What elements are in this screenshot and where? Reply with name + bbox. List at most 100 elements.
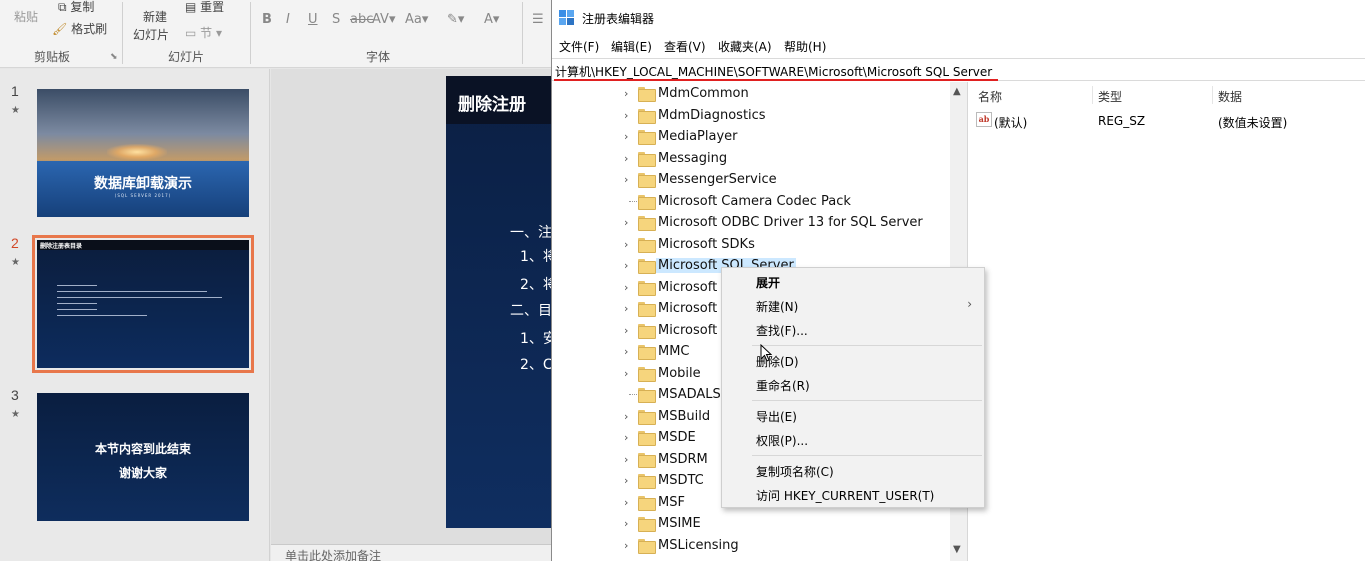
shadow-icon[interactable]: S [332,12,340,27]
chevron-right-icon[interactable]: › [624,152,628,165]
char-spacing-icon[interactable]: AV▾ [372,12,395,27]
column-divider[interactable] [1212,86,1213,104]
folder-icon [638,345,656,360]
strikethrough-icon[interactable]: abc [350,12,373,27]
chevron-right-icon[interactable]: › [624,367,628,380]
chevron-right-icon[interactable]: › [624,453,628,466]
section-label: 节 [200,26,213,40]
italic-icon[interactable]: I [286,12,290,27]
brush-icon: 🖌 [52,22,68,36]
clipboard-group-label: 剪贴板 [34,50,71,64]
bullets-icon[interactable]: ☰ [532,12,544,27]
menu-file[interactable]: 文件(F) [559,38,599,55]
section-button[interactable]: ▭ 节 ▾ [185,24,222,41]
menu-item-find[interactable]: 查找(F)... [756,322,808,339]
folder-icon [638,324,656,339]
chevron-right-icon[interactable]: › [624,302,628,315]
format-painter-button[interactable]: 🖌 格式刷 [52,20,107,37]
tree-item[interactable]: › MSLicensing [552,535,952,556]
column-header-name[interactable]: 名称 [978,88,1002,105]
menu-item-export[interactable]: 导出(E) [756,408,797,425]
chevron-right-icon[interactable]: › [624,216,628,229]
chevron-right-icon[interactable]: › [624,259,628,272]
chevron-right-icon[interactable]: › [624,87,628,100]
value-data: (数值未设置) [1218,116,1288,130]
column-header-data[interactable]: 数据 [1218,88,1242,105]
menu-item-copy-key-name[interactable]: 复制项名称(C) [756,463,834,480]
new-slide-dropdown[interactable]: 幻灯片 [133,26,169,43]
folder-icon [638,474,656,489]
sunset-graphic [107,144,167,160]
chevron-right-icon[interactable]: › [624,431,628,444]
tree-item[interactable]: › MSIME [552,513,952,534]
tree-item-label: MessengerService [658,172,777,187]
title-bar[interactable]: 注册表编辑器 [552,0,1365,34]
menu-edit[interactable]: 编辑(E) [611,38,652,55]
menu-item-goto-hkcu[interactable]: 访问 HKEY_CURRENT_USER(T) [756,487,934,504]
menu-item-rename[interactable]: 重命名(R) [756,377,810,394]
chevron-right-icon[interactable]: › [624,496,628,509]
slide-3-line-2: 谢谢大家 [118,466,167,480]
menu-favorites[interactable]: 收藏夹(A) [718,38,772,55]
chevron-right-icon[interactable]: › [624,345,628,358]
reset-button[interactable]: ▤ 重置 [185,0,224,15]
change-case-icon[interactable]: Aa▾ [405,12,428,27]
tree-item-label: MSF [658,495,685,510]
ribbon-divider [250,2,251,64]
chevron-right-icon[interactable]: › [624,410,628,423]
address-bar[interactable]: 计算机\HKEY_LOCAL_MACHINE\SOFTWARE\Microsof… [552,58,1365,81]
reset-icon: ▤ [185,0,197,14]
new-slide-button[interactable]: 新建 [143,8,167,25]
menu-view[interactable]: 查看(V) [664,38,706,55]
paste-button[interactable]: 粘贴 [14,8,38,25]
folder-icon [638,195,656,210]
tree-item[interactable]: › MessengerService [552,169,952,190]
menu-separator [752,400,982,401]
menu-item-new[interactable]: 新建(N) [756,298,798,315]
slide-thumbnail-3[interactable]: 本节内容到此结束 谢谢大家 [37,393,249,521]
scroll-up-icon[interactable]: ▲ [953,86,961,97]
tree-item[interactable]: › Microsoft SDKs [552,234,952,255]
notes-pane[interactable]: 单击此处添加备注 [271,544,561,561]
chevron-right-icon[interactable]: › [624,238,628,251]
underline-icon[interactable]: U [308,12,318,27]
tree-item[interactable]: › Messaging [552,148,952,169]
font-color-icon[interactable]: A▾ [484,12,499,27]
folder-icon [638,431,656,446]
chevron-right-icon[interactable]: › [624,517,628,530]
menu-item-expand[interactable]: 展开 [756,274,780,291]
value-name: (默认) [994,116,1028,130]
slide-thumbnail-1[interactable]: 数据库卸载演示 (SQL SERVER 2017) [37,89,249,217]
tree-item[interactable]: Microsoft Camera Codec Pack [552,191,952,212]
chevron-right-icon[interactable]: › [624,109,628,122]
section-icon: ▭ [185,26,197,40]
folder-icon [638,238,656,253]
scroll-down-icon[interactable]: ▼ [953,544,961,555]
clipboard-launcher-icon[interactable]: ⬊ [110,52,118,62]
chevron-right-icon[interactable]: › [624,173,628,186]
copy-button[interactable]: ⧉ 复制 [58,0,94,15]
tree-item[interactable]: › MediaPlayer [552,126,952,147]
highlight-icon[interactable]: ✎▾ [447,12,464,27]
chevron-right-icon[interactable]: › [624,130,628,143]
transition-star-icon: ★ [11,257,20,268]
column-header-type[interactable]: 类型 [1098,88,1122,105]
menu-item-permissions[interactable]: 权限(P)... [756,432,808,449]
tree-item-label: Microsoft S [658,301,730,316]
chevron-right-icon[interactable]: › [624,539,628,552]
main-slide-canvas[interactable]: 删除注册 一、注 1、将 2、将 二、目 1、安 2、C [446,76,561,528]
slide-thumbnail-2[interactable]: 删除注册表目录 [32,235,254,373]
tree-item[interactable]: › MdmDiagnostics [552,105,952,126]
address-path[interactable]: 计算机\HKEY_LOCAL_MACHINE\SOFTWARE\Microsof… [555,63,992,80]
tree-item[interactable]: › MdmCommon [552,83,952,104]
chevron-right-icon[interactable]: › [624,474,628,487]
bold-icon[interactable]: B [262,12,272,27]
folder-icon [638,517,656,532]
chevron-right-icon[interactable]: › [624,281,628,294]
menu-bar: 文件(F) 编辑(E) 查看(V) 收藏夹(A) 帮助(H) [552,34,1365,58]
menu-help[interactable]: 帮助(H) [784,38,826,55]
tree-item[interactable]: › Microsoft ODBC Driver 13 for SQL Server [552,212,952,233]
chevron-right-icon[interactable]: › [624,324,628,337]
submenu-arrow-icon: › [967,297,972,311]
column-divider[interactable] [1092,86,1093,104]
